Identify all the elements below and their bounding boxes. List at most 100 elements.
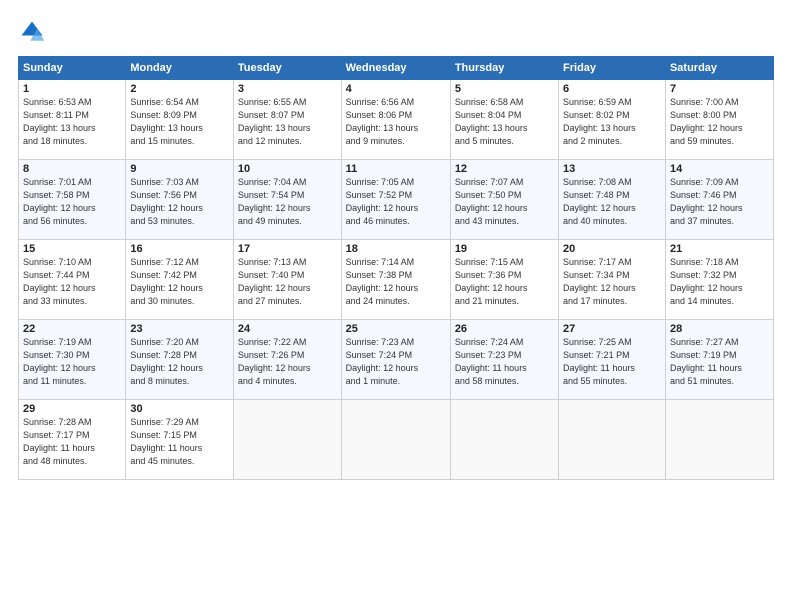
calendar-cell: 13Sunrise: 7:08 AM Sunset: 7:48 PM Dayli… [559,160,666,240]
calendar-week-row: 22Sunrise: 7:19 AM Sunset: 7:30 PM Dayli… [19,320,774,400]
day-info: Sunrise: 6:54 AM Sunset: 8:09 PM Dayligh… [130,96,229,148]
header [18,18,774,46]
logo [18,18,50,46]
calendar-cell: 23Sunrise: 7:20 AM Sunset: 7:28 PM Dayli… [126,320,234,400]
day-info: Sunrise: 7:23 AM Sunset: 7:24 PM Dayligh… [346,336,446,388]
day-info: Sunrise: 7:12 AM Sunset: 7:42 PM Dayligh… [130,256,229,308]
day-info: Sunrise: 7:10 AM Sunset: 7:44 PM Dayligh… [23,256,121,308]
day-info: Sunrise: 6:58 AM Sunset: 8:04 PM Dayligh… [455,96,554,148]
day-number: 3 [238,83,337,95]
day-info: Sunrise: 7:07 AM Sunset: 7:50 PM Dayligh… [455,176,554,228]
calendar-cell [559,400,666,480]
calendar-cell: 20Sunrise: 7:17 AM Sunset: 7:34 PM Dayli… [559,240,666,320]
calendar-week-row: 1Sunrise: 6:53 AM Sunset: 8:11 PM Daylig… [19,80,774,160]
day-info: Sunrise: 7:18 AM Sunset: 7:32 PM Dayligh… [670,256,769,308]
day-number: 1 [23,83,121,95]
day-info: Sunrise: 6:55 AM Sunset: 8:07 PM Dayligh… [238,96,337,148]
day-number: 27 [563,323,661,335]
calendar-cell: 24Sunrise: 7:22 AM Sunset: 7:26 PM Dayli… [233,320,341,400]
logo-icon [18,18,46,46]
day-number: 10 [238,163,337,175]
calendar-cell: 18Sunrise: 7:14 AM Sunset: 7:38 PM Dayli… [341,240,450,320]
calendar-cell: 5Sunrise: 6:58 AM Sunset: 8:04 PM Daylig… [450,80,558,160]
calendar-cell: 25Sunrise: 7:23 AM Sunset: 7:24 PM Dayli… [341,320,450,400]
calendar-cell: 9Sunrise: 7:03 AM Sunset: 7:56 PM Daylig… [126,160,234,240]
day-number: 15 [23,243,121,255]
day-number: 25 [346,323,446,335]
day-number: 14 [670,163,769,175]
day-info: Sunrise: 7:27 AM Sunset: 7:19 PM Dayligh… [670,336,769,388]
calendar-cell [341,400,450,480]
calendar-cell: 10Sunrise: 7:04 AM Sunset: 7:54 PM Dayli… [233,160,341,240]
day-info: Sunrise: 7:01 AM Sunset: 7:58 PM Dayligh… [23,176,121,228]
weekday-header: Thursday [450,57,558,80]
day-number: 7 [670,83,769,95]
day-info: Sunrise: 7:28 AM Sunset: 7:17 PM Dayligh… [23,416,121,468]
weekday-header: Monday [126,57,234,80]
calendar-cell: 4Sunrise: 6:56 AM Sunset: 8:06 PM Daylig… [341,80,450,160]
day-number: 21 [670,243,769,255]
day-info: Sunrise: 6:56 AM Sunset: 8:06 PM Dayligh… [346,96,446,148]
calendar-cell [665,400,773,480]
calendar-cell: 12Sunrise: 7:07 AM Sunset: 7:50 PM Dayli… [450,160,558,240]
day-number: 16 [130,243,229,255]
day-info: Sunrise: 7:19 AM Sunset: 7:30 PM Dayligh… [23,336,121,388]
day-number: 23 [130,323,229,335]
calendar-cell: 30Sunrise: 7:29 AM Sunset: 7:15 PM Dayli… [126,400,234,480]
page: SundayMondayTuesdayWednesdayThursdayFrid… [0,0,792,612]
day-info: Sunrise: 7:20 AM Sunset: 7:28 PM Dayligh… [130,336,229,388]
calendar-cell: 17Sunrise: 7:13 AM Sunset: 7:40 PM Dayli… [233,240,341,320]
calendar-cell: 29Sunrise: 7:28 AM Sunset: 7:17 PM Dayli… [19,400,126,480]
weekday-header: Friday [559,57,666,80]
calendar-cell: 8Sunrise: 7:01 AM Sunset: 7:58 PM Daylig… [19,160,126,240]
day-info: Sunrise: 7:08 AM Sunset: 7:48 PM Dayligh… [563,176,661,228]
day-number: 18 [346,243,446,255]
calendar-cell [233,400,341,480]
day-number: 4 [346,83,446,95]
day-number: 6 [563,83,661,95]
day-info: Sunrise: 7:03 AM Sunset: 7:56 PM Dayligh… [130,176,229,228]
calendar-cell: 28Sunrise: 7:27 AM Sunset: 7:19 PM Dayli… [665,320,773,400]
calendar-cell: 7Sunrise: 7:00 AM Sunset: 8:00 PM Daylig… [665,80,773,160]
calendar-header-row: SundayMondayTuesdayWednesdayThursdayFrid… [19,57,774,80]
day-info: Sunrise: 7:13 AM Sunset: 7:40 PM Dayligh… [238,256,337,308]
day-info: Sunrise: 7:09 AM Sunset: 7:46 PM Dayligh… [670,176,769,228]
weekday-header: Saturday [665,57,773,80]
calendar-cell: 22Sunrise: 7:19 AM Sunset: 7:30 PM Dayli… [19,320,126,400]
day-info: Sunrise: 7:00 AM Sunset: 8:00 PM Dayligh… [670,96,769,148]
day-info: Sunrise: 6:53 AM Sunset: 8:11 PM Dayligh… [23,96,121,148]
calendar-cell: 3Sunrise: 6:55 AM Sunset: 8:07 PM Daylig… [233,80,341,160]
day-number: 29 [23,403,121,415]
calendar-cell: 26Sunrise: 7:24 AM Sunset: 7:23 PM Dayli… [450,320,558,400]
day-info: Sunrise: 7:17 AM Sunset: 7:34 PM Dayligh… [563,256,661,308]
calendar-cell: 27Sunrise: 7:25 AM Sunset: 7:21 PM Dayli… [559,320,666,400]
calendar-cell: 11Sunrise: 7:05 AM Sunset: 7:52 PM Dayli… [341,160,450,240]
day-number: 28 [670,323,769,335]
day-number: 13 [563,163,661,175]
calendar-week-row: 29Sunrise: 7:28 AM Sunset: 7:17 PM Dayli… [19,400,774,480]
calendar-cell: 2Sunrise: 6:54 AM Sunset: 8:09 PM Daylig… [126,80,234,160]
calendar-cell: 1Sunrise: 6:53 AM Sunset: 8:11 PM Daylig… [19,80,126,160]
calendar-week-row: 15Sunrise: 7:10 AM Sunset: 7:44 PM Dayli… [19,240,774,320]
day-info: Sunrise: 7:25 AM Sunset: 7:21 PM Dayligh… [563,336,661,388]
weekday-header: Sunday [19,57,126,80]
day-number: 2 [130,83,229,95]
day-number: 24 [238,323,337,335]
day-number: 30 [130,403,229,415]
day-info: Sunrise: 7:22 AM Sunset: 7:26 PM Dayligh… [238,336,337,388]
calendar-cell: 21Sunrise: 7:18 AM Sunset: 7:32 PM Dayli… [665,240,773,320]
calendar-cell: 6Sunrise: 6:59 AM Sunset: 8:02 PM Daylig… [559,80,666,160]
day-info: Sunrise: 7:29 AM Sunset: 7:15 PM Dayligh… [130,416,229,468]
calendar-cell: 15Sunrise: 7:10 AM Sunset: 7:44 PM Dayli… [19,240,126,320]
day-number: 8 [23,163,121,175]
day-info: Sunrise: 6:59 AM Sunset: 8:02 PM Dayligh… [563,96,661,148]
day-number: 9 [130,163,229,175]
day-number: 22 [23,323,121,335]
day-number: 5 [455,83,554,95]
day-info: Sunrise: 7:15 AM Sunset: 7:36 PM Dayligh… [455,256,554,308]
day-number: 11 [346,163,446,175]
day-number: 19 [455,243,554,255]
day-info: Sunrise: 7:14 AM Sunset: 7:38 PM Dayligh… [346,256,446,308]
day-info: Sunrise: 7:05 AM Sunset: 7:52 PM Dayligh… [346,176,446,228]
calendar-cell: 19Sunrise: 7:15 AM Sunset: 7:36 PM Dayli… [450,240,558,320]
